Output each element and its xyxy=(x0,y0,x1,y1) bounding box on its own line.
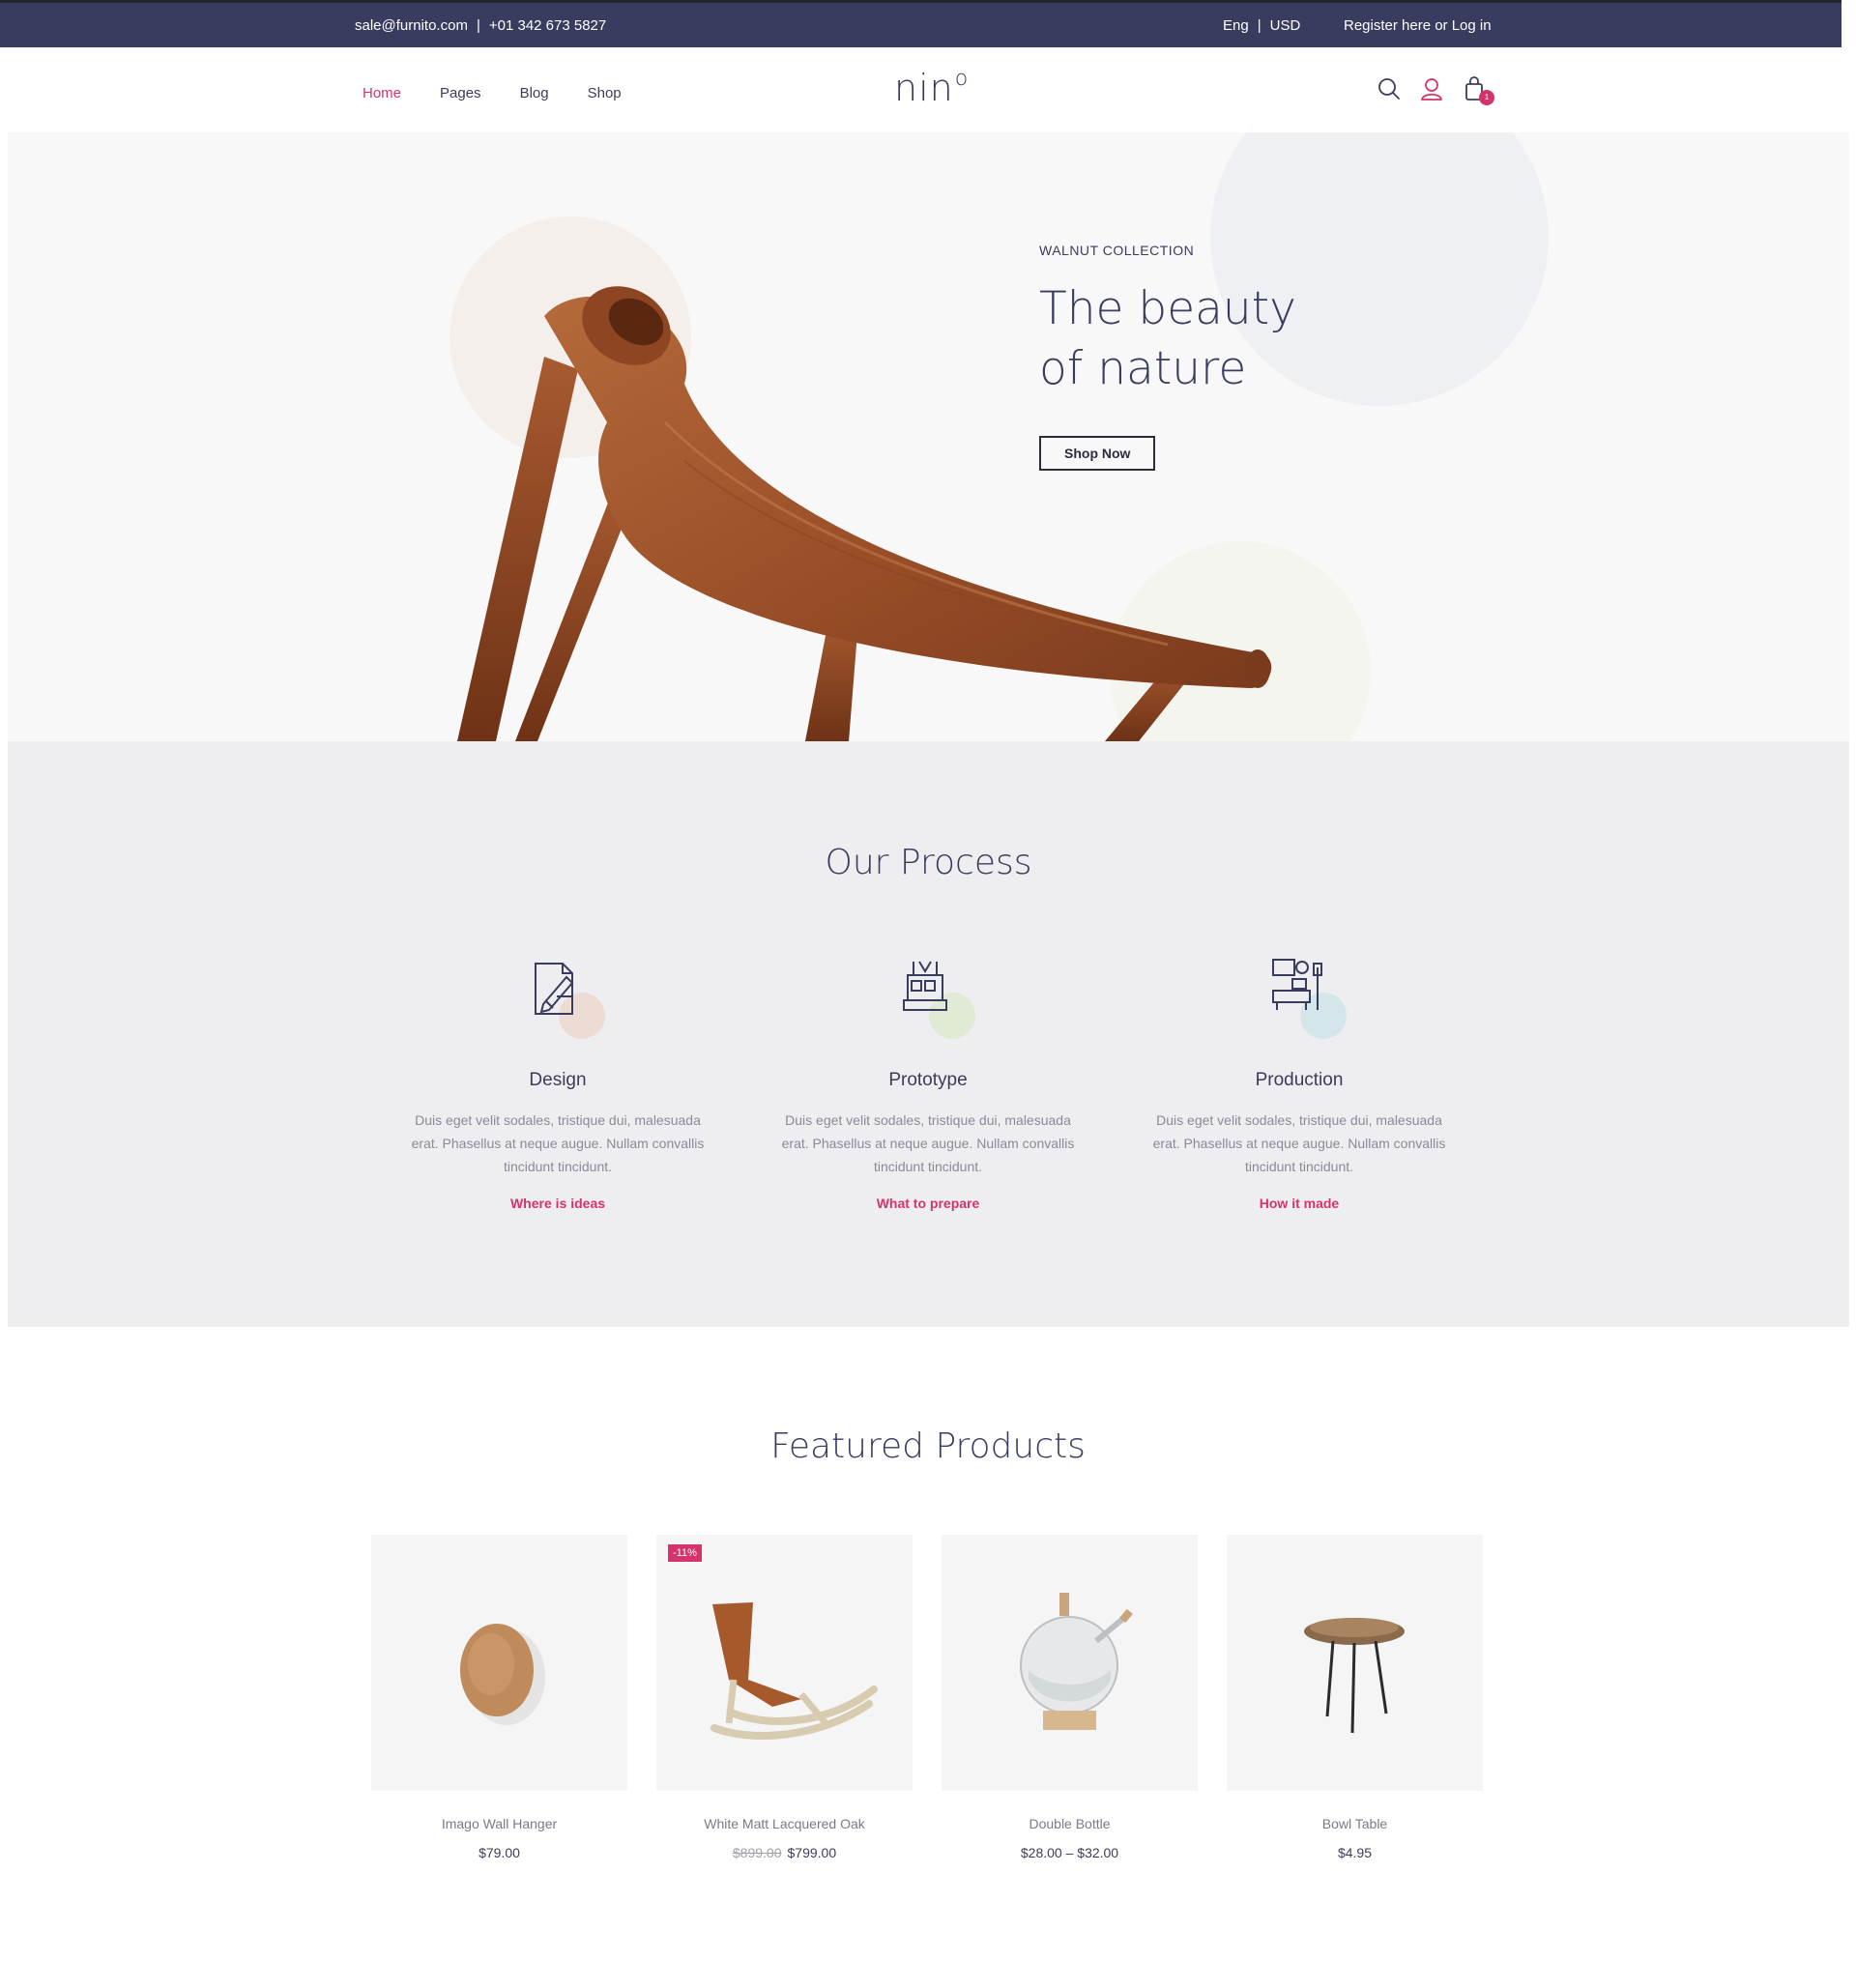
product-current-price: $79.00 xyxy=(478,1845,520,1860)
featured-title: Featured Products xyxy=(770,1426,1086,1466)
language-selector[interactable]: Eng xyxy=(1223,17,1249,34)
nav-pages[interactable]: Pages xyxy=(440,85,481,101)
top-bar: sale@furnito.com | +01 342 673 5827 Eng | US… xyxy=(0,0,1856,47)
contact-phone[interactable]: +01 342 673 5827 xyxy=(489,17,606,34)
logo-text: nin xyxy=(894,67,954,109)
design-sketch-icon xyxy=(514,954,605,1041)
user-icon[interactable] xyxy=(1419,74,1444,103)
site-logo[interactable]: nino xyxy=(894,67,969,109)
product-price: $4.95 xyxy=(1227,1845,1483,1860)
product-image-rocking-chair[interactable]: -11% xyxy=(656,1535,913,1791)
product-price: $28.00 – $32.00 xyxy=(942,1845,1198,1860)
product-image-bowl-table[interactable] xyxy=(1227,1535,1483,1791)
register-login-link[interactable]: Register here or Log in xyxy=(1344,17,1492,34)
site-header: Home Pages Blog Shop nino 1 xyxy=(0,47,1856,132)
window-edge xyxy=(1842,0,1856,47)
step-description: Duis eget velit sodales, tristique dui, … xyxy=(781,1112,1075,1174)
contact-info: sale@furnito.com | +01 342 673 5827 xyxy=(355,17,606,34)
hero-title-line-1: The beauty xyxy=(1039,282,1296,335)
sale-badge: -11% xyxy=(668,1544,702,1562)
process-section: Our Process Design Duis eget velit sodal… xyxy=(8,741,1849,1327)
product-image-wall-hanger[interactable] xyxy=(371,1535,627,1791)
process-step-design: Design Duis eget velit sodales, tristiqu… xyxy=(393,954,722,1213)
product-image-double-bottle[interactable] xyxy=(942,1535,1198,1791)
product-price: $79.00 xyxy=(371,1845,627,1860)
locale-separator: | xyxy=(1257,17,1262,34)
product-current-price: $799.00 xyxy=(787,1845,837,1860)
process-title: Our Process xyxy=(825,843,1032,882)
prototype-workshop-icon xyxy=(884,954,975,1041)
product-card[interactable]: Bowl Table $4.95 xyxy=(1227,1535,1483,1860)
step-link-what-to-prepare[interactable]: What to prepare xyxy=(877,1196,980,1211)
step-title: Production xyxy=(1255,1070,1344,1090)
product-name[interactable]: Bowl Table xyxy=(1227,1816,1483,1831)
product-price: $899.00 $799.00 xyxy=(656,1845,913,1860)
nav-blog[interactable]: Blog xyxy=(520,85,549,101)
product-card[interactable]: -11% White Matt Lacquered Oak $899.00 $79… xyxy=(656,1535,913,1860)
logo-mark: o xyxy=(954,67,970,91)
hero-banner: WALNUT COLLECTION The beauty of nature S… xyxy=(8,132,1849,741)
product-current-price: $28.00 – $32.00 xyxy=(1020,1845,1119,1860)
step-link-how-it-made[interactable]: How it made xyxy=(1260,1196,1339,1211)
step-title: Prototype xyxy=(888,1070,968,1090)
production-furniture-icon xyxy=(1256,954,1347,1041)
hero-copy: WALNUT COLLECTION The beauty of nature S… xyxy=(1039,243,1296,471)
product-card[interactable]: Double Bottle $28.00 – $32.00 xyxy=(942,1535,1198,1860)
header-actions: 1 xyxy=(1377,74,1494,105)
step-description: Duis eget velit sodales, tristique dui, … xyxy=(1152,1112,1446,1174)
product-card[interactable]: Imago Wall Hanger $79.00 xyxy=(371,1535,627,1860)
product-name[interactable]: White Matt Lacquered Oak xyxy=(656,1816,913,1831)
product-grid: Imago Wall Hanger $79.00 -11% White Matt… xyxy=(371,1535,1483,1860)
hero-title: The beauty of nature xyxy=(1039,279,1296,399)
nav-home[interactable]: Home xyxy=(362,85,401,101)
step-title: Design xyxy=(529,1070,587,1090)
product-old-price: $899.00 xyxy=(732,1845,782,1860)
shopping-bag-icon[interactable]: 1 xyxy=(1462,74,1494,105)
main-nav: Home Pages Blog Shop xyxy=(362,85,622,101)
currency-selector[interactable]: USD xyxy=(1270,17,1301,34)
step-description: Duis eget velit sodales, tristique dui, … xyxy=(411,1112,705,1174)
nav-shop[interactable]: Shop xyxy=(588,85,622,101)
product-name[interactable]: Double Bottle xyxy=(942,1816,1198,1831)
shop-now-button[interactable]: Shop Now xyxy=(1039,436,1156,471)
process-step-production: Production Duis eget velit sodales, tris… xyxy=(1135,954,1464,1213)
contact-separator: | xyxy=(476,17,480,34)
process-step-prototype: Prototype Duis eget velit sodales, trist… xyxy=(764,954,1092,1213)
cart-count-badge: 1 xyxy=(1479,90,1494,105)
product-current-price: $4.95 xyxy=(1337,1845,1373,1860)
walnut-chair-image xyxy=(457,286,1272,741)
hero-title-line-2: of nature xyxy=(1039,342,1247,395)
locale-switcher: Eng | USD xyxy=(1223,17,1300,34)
product-name[interactable]: Imago Wall Hanger xyxy=(371,1816,627,1831)
search-icon[interactable] xyxy=(1377,74,1402,103)
hero-eyebrow: WALNUT COLLECTION xyxy=(1039,243,1195,258)
step-link-where-is-ideas[interactable]: Where is ideas xyxy=(510,1196,605,1211)
contact-email[interactable]: sale@furnito.com xyxy=(355,17,468,34)
